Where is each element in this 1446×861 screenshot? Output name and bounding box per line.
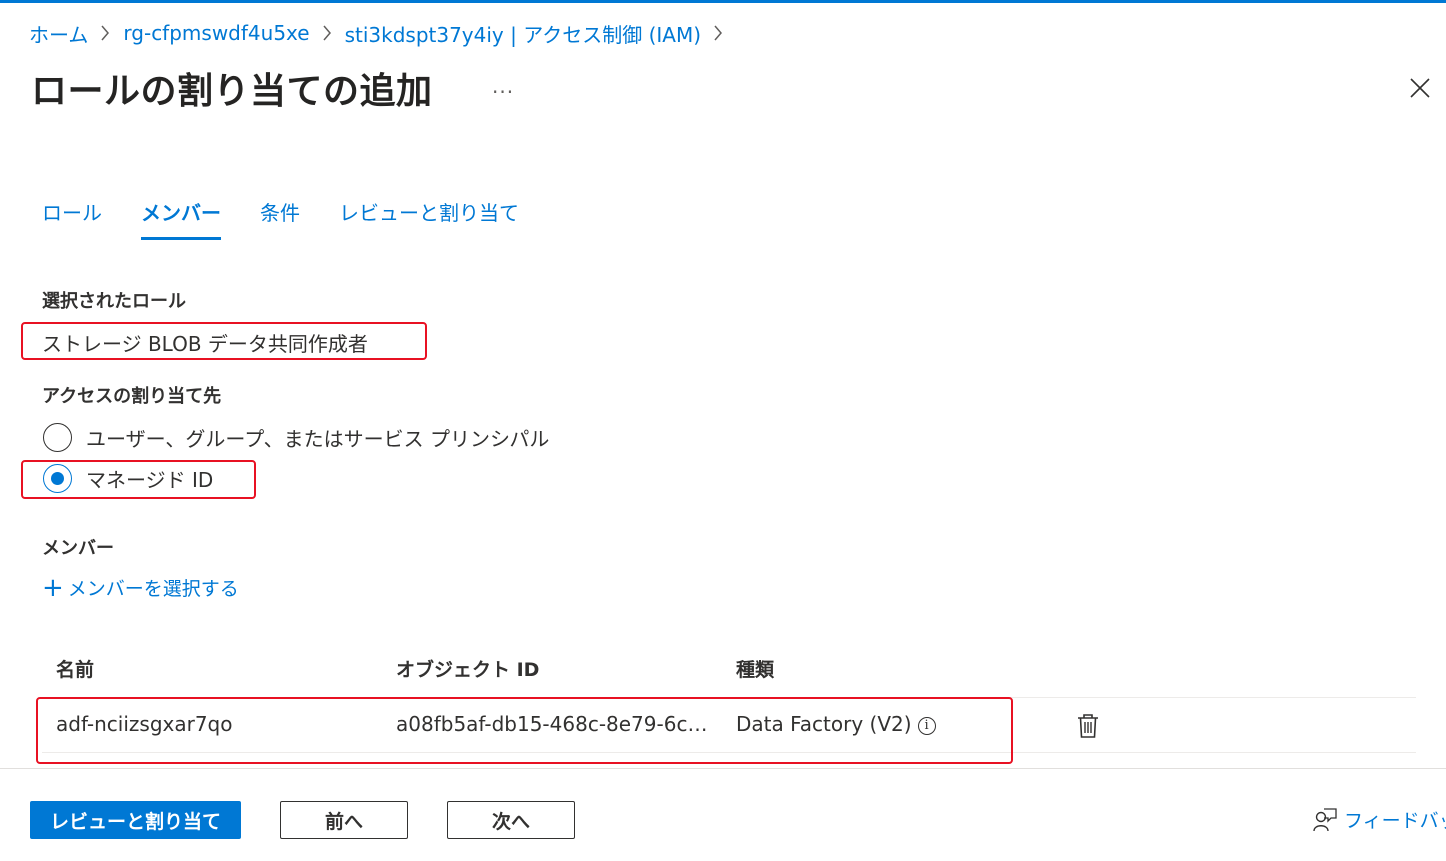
feedback-label: フィードバック — [1344, 810, 1446, 832]
chevron-right-icon — [100, 25, 110, 41]
select-members-label: メンバーを選択する — [67, 578, 239, 600]
trash-icon[interactable] — [1077, 713, 1099, 739]
column-header-type: 種類 — [736, 659, 775, 681]
previous-button[interactable]: 前へ — [280, 801, 408, 839]
radio-user-group-sp[interactable]: ユーザー、グループ、またはサービス プリンシパル — [43, 423, 549, 452]
tab-members[interactable]: メンバー — [141, 196, 221, 240]
more-options-button[interactable]: ... — [492, 74, 514, 98]
column-header-object-id: オブジェクト ID — [396, 659, 540, 681]
radio-label: ユーザー、グループ、またはサービス プリンシパル — [86, 427, 550, 451]
tab-bar: ロール メンバー 条件 レビューと割り当て — [42, 196, 558, 240]
highlight-box-member-row — [36, 697, 1013, 764]
breadcrumb: ホーム rg-cfpmswdf4u5xe sti3kdspt37y4iy | ア… — [29, 18, 736, 48]
feedback-link[interactable]: フィードバック — [1312, 806, 1446, 833]
selected-role-label: 選択されたロール — [42, 291, 186, 312]
breadcrumb-storage-iam[interactable]: sti3kdspt37y4iy | アクセス制御 (IAM) — [345, 19, 701, 48]
page-title: ロールの割り当ての追加 — [31, 71, 433, 112]
close-icon[interactable] — [1406, 74, 1434, 102]
tab-conditions[interactable]: 条件 — [260, 196, 300, 240]
highlight-box-managed-id — [21, 460, 256, 499]
feedback-icon — [1313, 807, 1337, 831]
chevron-right-icon — [322, 25, 332, 41]
select-members-link[interactable]: + メンバーを選択する — [42, 574, 239, 601]
breadcrumb-home[interactable]: ホーム — [29, 19, 88, 48]
column-header-name: 名前 — [56, 659, 95, 681]
next-button[interactable]: 次へ — [447, 801, 575, 839]
radio-button[interactable] — [43, 423, 72, 452]
assign-access-label: アクセスの割り当て先 — [42, 386, 222, 407]
tab-review-assign[interactable]: レビューと割り当て — [339, 196, 519, 240]
top-accent-line — [0, 0, 1446, 3]
chevron-right-icon — [713, 25, 723, 41]
highlight-box-role — [21, 322, 427, 360]
plus-icon: + — [42, 572, 64, 603]
review-assign-button[interactable]: レビューと割り当て — [30, 801, 241, 839]
members-label: メンバー — [42, 538, 114, 559]
footer-divider — [0, 768, 1446, 769]
breadcrumb-resource-group[interactable]: rg-cfpmswdf4u5xe — [123, 21, 309, 45]
tab-role[interactable]: ロール — [42, 196, 102, 240]
